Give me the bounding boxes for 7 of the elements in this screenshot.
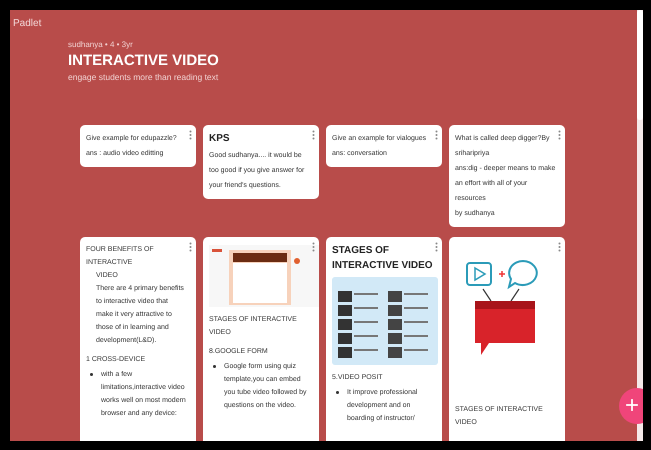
post-title: KPS (209, 132, 231, 146)
board-subtitle: engage students more than reading text (68, 72, 220, 82)
add-button[interactable]: + (619, 388, 643, 424)
brand-logo[interactable]: Padlet (13, 18, 42, 29)
board-meta: sudhanya • 4 • 3yr (68, 40, 134, 49)
board-title: INTERACTIVE VIDEO (68, 52, 220, 69)
post-title: STAGES OF INTERACTIVE VIDEO (332, 244, 433, 273)
